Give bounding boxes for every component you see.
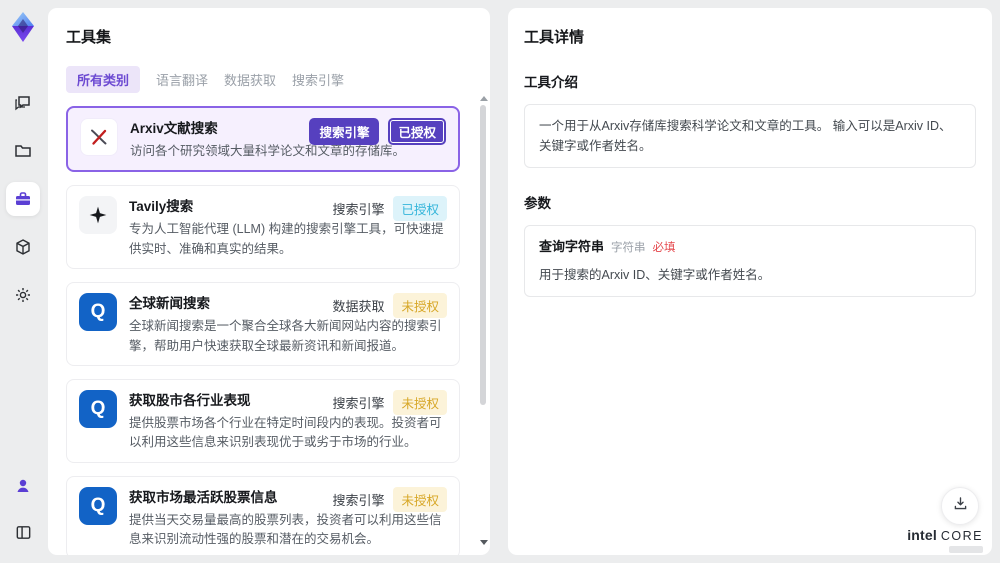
tab-translation[interactable]: 语言翻译 xyxy=(156,66,208,93)
scroll-up-arrow-icon[interactable] xyxy=(480,96,488,101)
tool-card-global-news[interactable]: Q 全球新闻搜索 全球新闻搜索是一个聚合全球各大新闻网站内容的搜索引擎，帮助用户… xyxy=(66,282,460,366)
param-type: 字符串 xyxy=(611,242,646,254)
arxiv-logo-icon xyxy=(80,118,118,156)
params-heading: 参数 xyxy=(524,196,551,211)
sidebar-item-chat[interactable] xyxy=(6,86,40,120)
detail-title: 工具详情 xyxy=(524,29,585,46)
user-avatar-icon xyxy=(13,476,33,496)
scrollbar[interactable] xyxy=(479,96,488,545)
tab-search-engine[interactable]: 搜索引擎 xyxy=(292,66,344,93)
sidebar-item-tools[interactable] xyxy=(6,182,40,216)
chat-icon xyxy=(13,93,33,113)
category-badge: 搜索引擎 xyxy=(332,492,385,508)
scroll-down-arrow-icon[interactable] xyxy=(480,540,488,545)
param-box: 查询字符串 字符串 必填 用于搜索的Arxiv ID、关键字或作者姓名。 xyxy=(524,225,976,297)
cube-icon xyxy=(13,237,33,257)
category-badge: 搜索引擎 xyxy=(309,118,380,145)
sidebar-item-settings[interactable] xyxy=(6,278,40,312)
page-title: 工具集 xyxy=(66,29,112,46)
layout-panel-icon xyxy=(14,523,33,542)
category-badge: 搜索引擎 xyxy=(332,202,385,218)
unauthorized-badge: 未授权 xyxy=(393,389,447,415)
authorized-badge: 已授权 xyxy=(393,196,447,222)
sidebar-item-collapse[interactable] xyxy=(6,515,40,549)
unauthorized-badge: 未授权 xyxy=(393,293,447,319)
tool-card-arxiv[interactable]: Arxiv文献搜索 访问各个研究领域大量科学论文和文章的存储库。 搜索引擎 已授… xyxy=(66,106,460,173)
market-service-logo-icon: Q xyxy=(79,389,117,428)
tab-data-fetch[interactable]: 数据获取 xyxy=(224,66,276,93)
intro-text: 一个用于从Arxiv存储库搜索科学论文和文章的工具。 输入可以是Arxiv ID… xyxy=(539,119,952,153)
app-logo-icon xyxy=(7,10,39,44)
market-service-logo-icon: Q xyxy=(79,486,117,525)
tool-detail-panel: 工具详情 工具介绍 一个用于从Arxiv存储库搜索科学论文和文章的工具。 输入可… xyxy=(508,8,992,555)
tool-description: 专为人工智能代理 (LLM) 构建的搜索引擎工具，可快速提供实时、准确和真实的结… xyxy=(129,222,444,256)
intel-brand-text: intel xyxy=(907,527,937,543)
tool-card-sector-performance[interactable]: Q 获取股市各行业表现 提供股票市场各个行业在特定时间段内的表现。投资者可以利用… xyxy=(66,378,460,463)
gear-icon xyxy=(13,285,33,305)
tool-card-active-stocks[interactable]: Q 获取市场最活跃股票信息 提供当天交易量最高的股票列表，投资者可以利用这些信息… xyxy=(66,475,460,555)
intel-logo-bar xyxy=(949,546,983,553)
tab-all-categories[interactable]: 所有类别 xyxy=(66,66,141,93)
category-tabs: 所有类别 语言翻译 数据获取 搜索引擎 xyxy=(66,66,472,93)
param-description: 用于搜索的Arxiv ID、关键字或作者姓名。 xyxy=(539,267,771,282)
sidebar-item-profile[interactable] xyxy=(6,469,40,503)
intro-heading: 工具介绍 xyxy=(524,75,578,90)
tool-card-tavily[interactable]: Tavily搜索 专为人工智能代理 (LLM) 构建的搜索引擎工具，可快速提供实… xyxy=(66,185,460,270)
intro-text-box: 一个用于从Arxiv存储库搜索科学论文和文章的工具。 输入可以是Arxiv ID… xyxy=(524,104,976,168)
intel-product-text: core xyxy=(940,529,983,543)
param-name: 查询字符串 xyxy=(539,239,605,254)
download-button[interactable] xyxy=(941,487,979,525)
param-required-badge: 必填 xyxy=(652,242,676,254)
tool-list-panel: 工具集 所有类别 语言翻译 数据获取 搜索引擎 Arxiv文献搜索 访问各个研究… xyxy=(48,8,490,555)
folder-icon xyxy=(13,141,33,161)
toolbox-icon xyxy=(13,189,33,209)
category-badge: 数据获取 xyxy=(332,299,385,315)
category-badge: 搜索引擎 xyxy=(332,395,385,411)
sparkle-icon xyxy=(79,196,117,235)
download-icon xyxy=(952,495,969,517)
authorized-badge: 已授权 xyxy=(388,118,446,145)
tool-card-list: Arxiv文献搜索 访问各个研究领域大量科学论文和文章的存储库。 搜索引擎 已授… xyxy=(66,106,472,555)
tool-description: 提供当天交易量最高的股票列表，投资者可以利用这些信息来识别流动性强的股票和潜在的… xyxy=(129,512,442,546)
icon-rail xyxy=(0,0,46,563)
news-service-logo-icon: Q xyxy=(79,293,117,332)
unauthorized-badge: 未授权 xyxy=(393,486,447,512)
intel-core-logo: intel core xyxy=(907,527,983,553)
sidebar-item-files[interactable] xyxy=(6,134,40,168)
sidebar-item-packages[interactable] xyxy=(6,230,40,264)
tool-description: 全球新闻搜索是一个聚合全球各大新闻网站内容的搜索引擎，帮助用户快速获取全球最新资… xyxy=(129,319,442,353)
scrollbar-thumb[interactable] xyxy=(480,105,486,405)
tool-description: 提供股票市场各个行业在特定时间段内的表现。投资者可以利用这些信息来识别表现优于或… xyxy=(129,415,442,450)
